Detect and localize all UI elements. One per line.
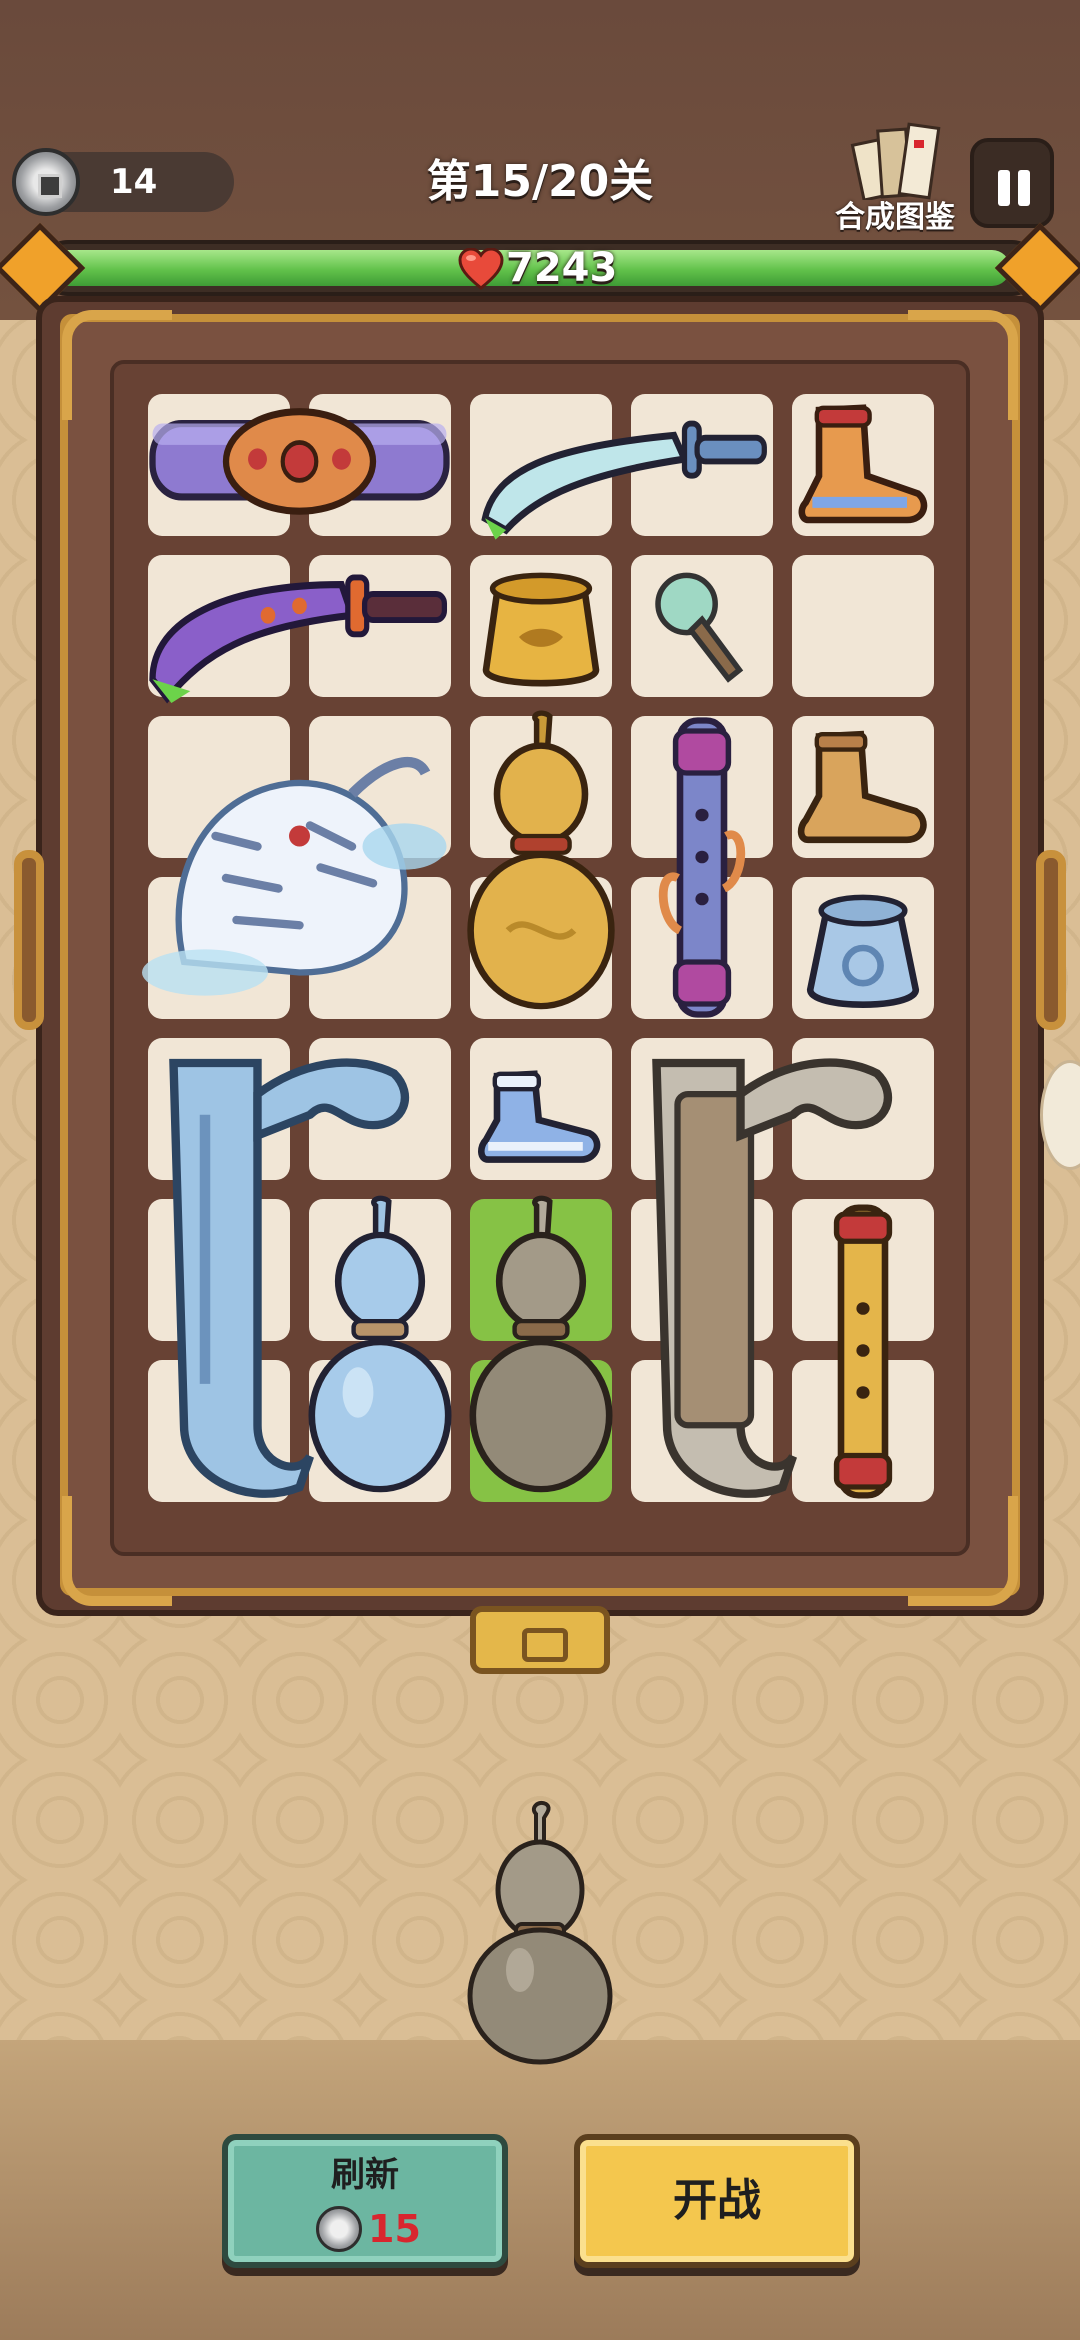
table-bottom bbox=[0, 2040, 1080, 2340]
item-gold-flute[interactable] bbox=[786, 1193, 940, 1508]
item-purple-belt[interactable] bbox=[142, 388, 457, 542]
pause-button[interactable] bbox=[970, 138, 1054, 228]
item-blue-pouch[interactable] bbox=[786, 871, 940, 1025]
refresh-cost: 15 bbox=[368, 2207, 421, 2251]
item-purple-flute[interactable] bbox=[625, 710, 779, 1025]
item-gold-pouch[interactable] bbox=[464, 549, 618, 703]
level-title: 第15/20关 bbox=[426, 156, 654, 207]
start-battle-label: 开战 bbox=[673, 2175, 761, 2226]
grid-cell[interactable] bbox=[792, 555, 934, 697]
coin-icon bbox=[316, 2206, 362, 2252]
start-battle-button[interactable]: 开战 bbox=[574, 2134, 860, 2268]
refresh-button[interactable]: 刷新 15 bbox=[222, 2134, 508, 2268]
item-orange-boot[interactable] bbox=[786, 388, 940, 542]
coin-count: 14 bbox=[110, 162, 158, 202]
refresh-label: 刷新 bbox=[331, 2155, 399, 2195]
item-gold-gourd[interactable] bbox=[464, 710, 618, 1025]
item-blue-gourd[interactable] bbox=[303, 1193, 457, 1508]
frame-side-handle-right bbox=[1036, 850, 1066, 1030]
staging-item-grey-gourd[interactable] bbox=[460, 1800, 620, 2070]
item-brown-boot[interactable] bbox=[786, 710, 940, 864]
item-teal-brush[interactable] bbox=[625, 549, 779, 703]
codex-button[interactable]: 合成图鉴 bbox=[820, 120, 970, 240]
heart-icon bbox=[458, 248, 504, 290]
books-icon bbox=[850, 122, 941, 200]
item-grey-gourd[interactable] bbox=[464, 1193, 618, 1508]
frame-side-handle-left bbox=[14, 850, 44, 1030]
hp-value: 7243 bbox=[506, 245, 618, 291]
coin-icon bbox=[12, 148, 80, 216]
item-blue-sword[interactable] bbox=[464, 388, 779, 542]
item-purple-sword[interactable] bbox=[142, 549, 457, 704]
item-blue-boot[interactable] bbox=[464, 1032, 618, 1186]
pause-icon-bar-left bbox=[998, 170, 1010, 206]
pause-icon-bar-right bbox=[1018, 170, 1030, 206]
item-white-tiger[interactable] bbox=[142, 710, 457, 1025]
codex-label: 合成图鉴 bbox=[835, 200, 955, 235]
board-lock-ornament bbox=[470, 1606, 610, 1674]
